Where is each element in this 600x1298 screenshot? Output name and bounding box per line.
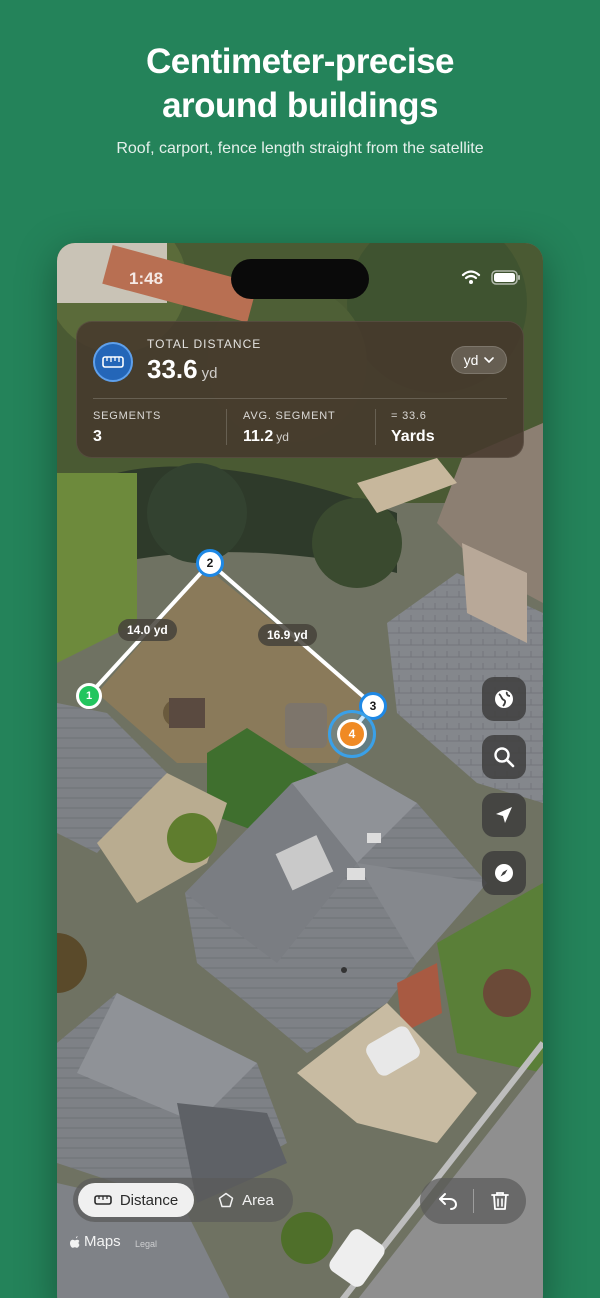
status-time: 1:48: [129, 269, 164, 288]
point-3-number: 3: [369, 699, 377, 713]
panel-divider: [93, 398, 507, 399]
segment-label-2: 16.9 yd: [258, 624, 317, 646]
point-4-number: 4: [348, 727, 356, 741]
stat-avg-segment-value: 11.2 yd: [243, 428, 336, 446]
ruler-icon: [94, 1195, 112, 1205]
total-distance-unit: yd: [201, 365, 218, 382]
ruler-icon: [93, 342, 133, 382]
total-distance-value: 33.6 yd: [147, 354, 217, 385]
total-distance-label: TOTAL DISTANCE: [147, 337, 262, 351]
apple-logo-icon: [70, 1235, 80, 1248]
delete-button[interactable]: [474, 1178, 526, 1224]
stat-converted-value: Yards: [391, 428, 435, 445]
tab-distance[interactable]: Distance: [78, 1183, 194, 1217]
apple-maps-attribution[interactable]: Maps: [69, 1233, 121, 1250]
stat-avg-segment-number: 11.2: [243, 428, 274, 445]
stat-divider-2: [375, 409, 376, 445]
battery-icon: [491, 269, 520, 285]
search-icon: [494, 747, 515, 768]
point-1[interactable]: 1: [76, 683, 102, 709]
segment-label-1: 14.0 yd: [118, 619, 177, 641]
headline-subtitle: Roof, carport, fence length straight fro…: [116, 140, 484, 157]
tab-area[interactable]: Area: [203, 1183, 289, 1217]
point-2-number: 2: [206, 556, 214, 570]
wifi-icon: [461, 270, 481, 284]
chevron-down-icon: [484, 357, 495, 363]
current-location-button[interactable]: [482, 793, 526, 837]
globe-icon: [495, 690, 513, 708]
tab-distance-label: Distance: [119, 1191, 179, 1209]
point-2[interactable]: 2: [196, 549, 224, 577]
distance-summary-panel: TOTAL DISTANCE 33.6 yd yd SEGMENTS 3 AVG.…: [76, 321, 524, 458]
total-distance-number: 33.6: [147, 354, 198, 384]
edit-actions: [420, 1178, 526, 1224]
stat-segments: SEGMENTS 3: [93, 410, 161, 446]
trash-icon: [491, 1192, 509, 1210]
undo-button[interactable]: [422, 1178, 474, 1224]
search-button[interactable]: [482, 735, 526, 779]
compass-button[interactable]: [482, 851, 526, 895]
status-icons: [461, 269, 521, 285]
stat-converted: = 33.6 Yards: [391, 410, 435, 446]
point-1-number: 1: [85, 690, 93, 702]
maps-label: Maps: [84, 1233, 121, 1250]
tab-area-label: Area: [242, 1191, 274, 1209]
undo-icon: [439, 1193, 458, 1210]
point-4-active[interactable]: 4: [328, 710, 376, 758]
legal-link[interactable]: Legal: [135, 1239, 157, 1249]
stat-converted-label: = 33.6: [391, 410, 427, 422]
stat-segments-label: SEGMENTS: [93, 410, 162, 422]
stat-divider-1: [226, 409, 227, 445]
unit-selector-button[interactable]: yd: [451, 346, 507, 374]
headline: Centimeter-precise around buildings Roof…: [0, 40, 600, 158]
pentagon-icon: [218, 1192, 234, 1208]
stat-avg-segment-unit: yd: [276, 430, 289, 444]
stat-segments-value: 3: [93, 428, 102, 445]
stat-avg-segment: AVG. SEGMENT 11.2 yd: [243, 410, 336, 446]
phone-screen: 14.0 yd 16.9 yd 1 2 3 4 1:48 TOTAL DISTA…: [57, 243, 543, 1298]
unit-selector-label: yd: [463, 352, 479, 368]
mode-segmented-control: Distance Area: [73, 1178, 293, 1222]
headline-title-line-2: around buildings: [162, 86, 438, 125]
stat-avg-segment-label: AVG. SEGMENT: [243, 410, 336, 422]
headline-title-line-1: Centimeter-precise: [145, 42, 455, 81]
compass-icon: [495, 864, 513, 882]
point-4: 4: [337, 719, 367, 749]
dynamic-island: [231, 259, 369, 299]
location-arrow-icon: [496, 807, 512, 823]
map-style-button[interactable]: [482, 677, 526, 721]
